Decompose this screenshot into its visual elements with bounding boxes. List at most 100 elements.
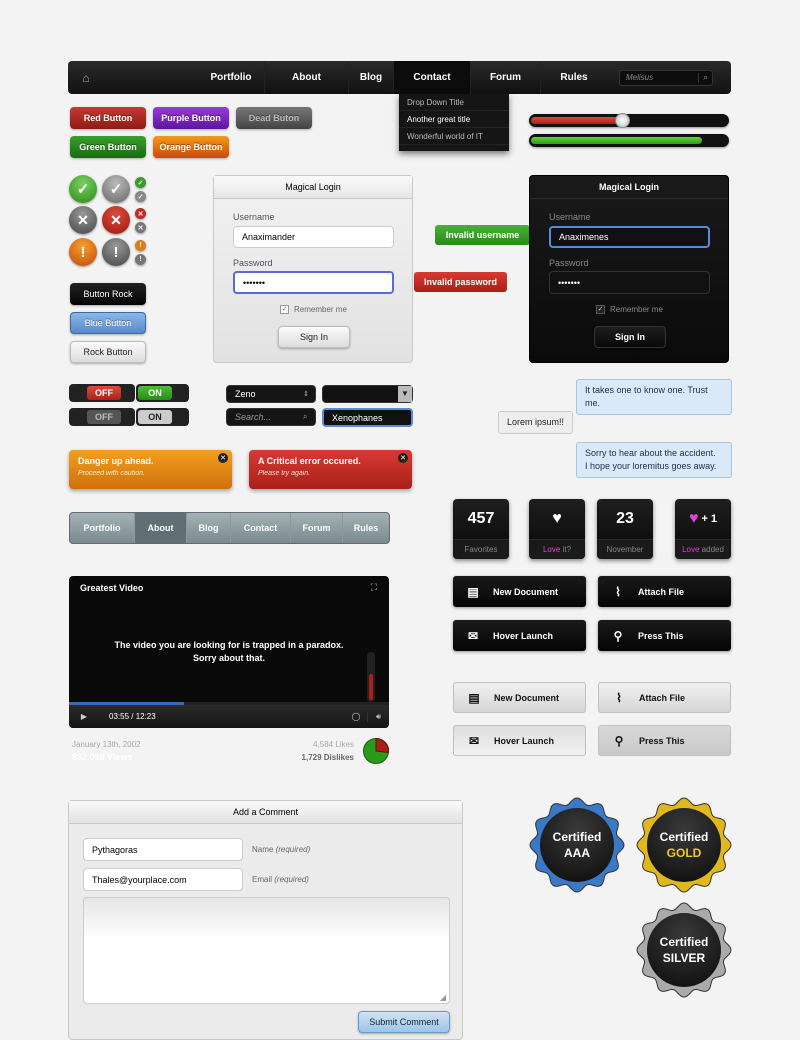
heart-icon: ♥: [688, 510, 699, 527]
nav-search[interactable]: Melisus ⌕: [619, 69, 713, 86]
nav-contact[interactable]: Contact: [230, 513, 290, 543]
dropdown-item[interactable]: Drop Down Title: [399, 94, 509, 111]
orange-button[interactable]: Orange Button: [153, 136, 229, 158]
toggle-on-green[interactable]: ON: [136, 384, 189, 402]
close-small-red-icon: ✕: [135, 208, 146, 219]
new-document-button[interactable]: ▤ New Document: [453, 576, 586, 607]
invalid-username-tag: Invalid username: [435, 225, 530, 245]
search-input[interactable]: Melisus: [620, 73, 698, 82]
video-title: Greatest Video: [80, 583, 144, 593]
attach-file-button[interactable]: ⌇ Attach File: [598, 576, 731, 607]
volume-icon[interactable]: 🔊︎: [367, 711, 389, 722]
love-card[interactable]: ♥ Love it?: [529, 499, 585, 559]
toggle-on-gray[interactable]: ON: [136, 408, 189, 426]
toggle-off-gray[interactable]: OFF: [69, 408, 135, 426]
volume-slider[interactable]: [367, 652, 375, 702]
nav-contact[interactable]: Contact: [393, 61, 470, 94]
rock-button-light[interactable]: Rock Button: [70, 341, 146, 363]
warning-orange-icon[interactable]: !: [69, 238, 97, 266]
password-input[interactable]: •••••••: [233, 271, 394, 294]
dark-select[interactable]: ▼: [322, 385, 413, 403]
error-alert: A Critical error occured. Please try agai…: [249, 450, 412, 489]
dropdown-menu: Drop Down Title Another great title Wond…: [399, 94, 509, 151]
nav-portfolio[interactable]: Portfolio: [198, 61, 264, 94]
sign-in-button[interactable]: Sign In: [278, 326, 350, 348]
play-icon[interactable]: ▶: [69, 712, 99, 721]
remember-checkbox[interactable]: ✓: [280, 305, 289, 314]
sign-in-button[interactable]: Sign In: [594, 326, 666, 348]
close-icon[interactable]: ✕: [398, 453, 408, 463]
paperclip-icon: ⌇: [615, 584, 621, 599]
stepper-icon[interactable]: ⇕: [303, 390, 315, 398]
nav-rules[interactable]: Rules: [342, 513, 389, 543]
new-document-button-light[interactable]: ▤ New Document: [453, 682, 586, 713]
nav-portfolio[interactable]: Portfolio: [70, 513, 134, 543]
green-progress-bar: [529, 134, 729, 147]
red-slider[interactable]: [529, 113, 729, 128]
green-button[interactable]: Green Button: [70, 136, 146, 158]
red-button[interactable]: Red Button: [70, 107, 146, 129]
hover-launch-button-light[interactable]: ✉ Hover Launch: [453, 725, 586, 756]
zeno-select[interactable]: Zeno ⇕: [226, 385, 316, 403]
video-player[interactable]: Greatest Video ⛶ The video you are looki…: [69, 576, 389, 728]
comment-form: Add a Comment Pythagoras Name (required)…: [68, 800, 463, 1040]
blue-button[interactable]: Blue Button: [70, 312, 146, 334]
nav-blog[interactable]: Blog: [186, 513, 230, 543]
nav-forum[interactable]: Forum: [470, 61, 540, 94]
toggle-off-red[interactable]: OFF: [69, 384, 135, 402]
nav-rules[interactable]: Rules: [540, 61, 607, 94]
love-added-card[interactable]: ♥ + 1 Love added: [675, 499, 731, 559]
close-red-icon[interactable]: ✕: [102, 206, 130, 234]
username-input[interactable]: Anaximander: [233, 226, 394, 248]
favorites-card[interactable]: 457 Favorites: [453, 499, 509, 559]
password-input[interactable]: •••••••: [549, 271, 710, 294]
check-green-icon[interactable]: ✓: [69, 175, 97, 203]
search-field[interactable]: Search... ⌕: [226, 408, 316, 426]
purple-button[interactable]: Purple Button: [153, 107, 229, 129]
nav-blog[interactable]: Blog: [348, 61, 393, 94]
comment-textarea[interactable]: ◢: [83, 897, 450, 1004]
video-message: The video you are looking for is trapped…: [114, 640, 344, 650]
hover-launch-button[interactable]: ✉ Hover Launch: [453, 620, 586, 651]
badge-aaa: Certified AAA: [529, 797, 625, 893]
close-small-gray-icon: ✕: [135, 222, 146, 233]
remember-checkbox[interactable]: ✓: [596, 305, 605, 314]
bubble-line: Sorry to hear about the accident.: [585, 448, 716, 458]
badge-silver: Certified SILVER: [636, 902, 732, 998]
warning-gray-icon[interactable]: !: [102, 238, 130, 266]
top-nav: ⌂ Portfolio About Blog Contact Forum Rul…: [68, 61, 731, 94]
press-this-button[interactable]: ⚲ Press This: [598, 620, 731, 651]
name-input[interactable]: Pythagoras: [83, 838, 243, 861]
light-nav: Portfolio About Blog Contact Forum Rules: [69, 512, 390, 544]
nav-about[interactable]: About: [134, 513, 186, 543]
username-label: Username: [549, 212, 591, 222]
likes-count: 4,584 Likes: [313, 740, 354, 749]
video-time: 03:55 / 12:23: [109, 712, 156, 721]
press-this-button-light[interactable]: ⚲ Press This: [598, 725, 731, 756]
dropdown-item[interactable]: Wonderful world of IT: [399, 128, 509, 145]
home-icon[interactable]: ⌂: [68, 71, 104, 85]
password-label: Password: [233, 258, 273, 268]
fullscreen-icon[interactable]: ⛶: [371, 582, 377, 593]
email-input[interactable]: Thales@yourplace.com: [83, 868, 243, 891]
dropdown-item[interactable]: Another great title: [399, 111, 509, 128]
button-rock[interactable]: Button Rock: [70, 283, 146, 305]
attach-file-button-light[interactable]: ⌇ Attach File: [598, 682, 731, 713]
username-input[interactable]: Anaximenes: [549, 226, 710, 248]
envelope-icon: ✉: [467, 628, 479, 643]
badge-gold: Certified GOLD: [636, 797, 732, 893]
chevron-down-icon[interactable]: ▼: [398, 386, 412, 402]
nav-about[interactable]: About: [264, 61, 348, 94]
search-icon[interactable]: ⌕: [698, 72, 712, 83]
search-icon[interactable]: ⌕: [303, 412, 315, 422]
submit-comment-button[interactable]: Submit Comment: [358, 1011, 450, 1033]
close-icon[interactable]: ✕: [218, 453, 228, 463]
slider-handle[interactable]: [615, 113, 631, 128]
settings-icon[interactable]: ◯: [345, 712, 367, 721]
check-gray-icon[interactable]: ✓: [102, 175, 130, 203]
nav-forum[interactable]: Forum: [290, 513, 342, 543]
xenophanes-input[interactable]: Xenophanes: [322, 408, 413, 427]
resize-handle-icon[interactable]: ◢: [440, 993, 446, 1002]
speech-bubble: Sorry to hear about the accident. I hope …: [576, 442, 732, 478]
close-gray-icon[interactable]: ✕: [69, 206, 97, 234]
